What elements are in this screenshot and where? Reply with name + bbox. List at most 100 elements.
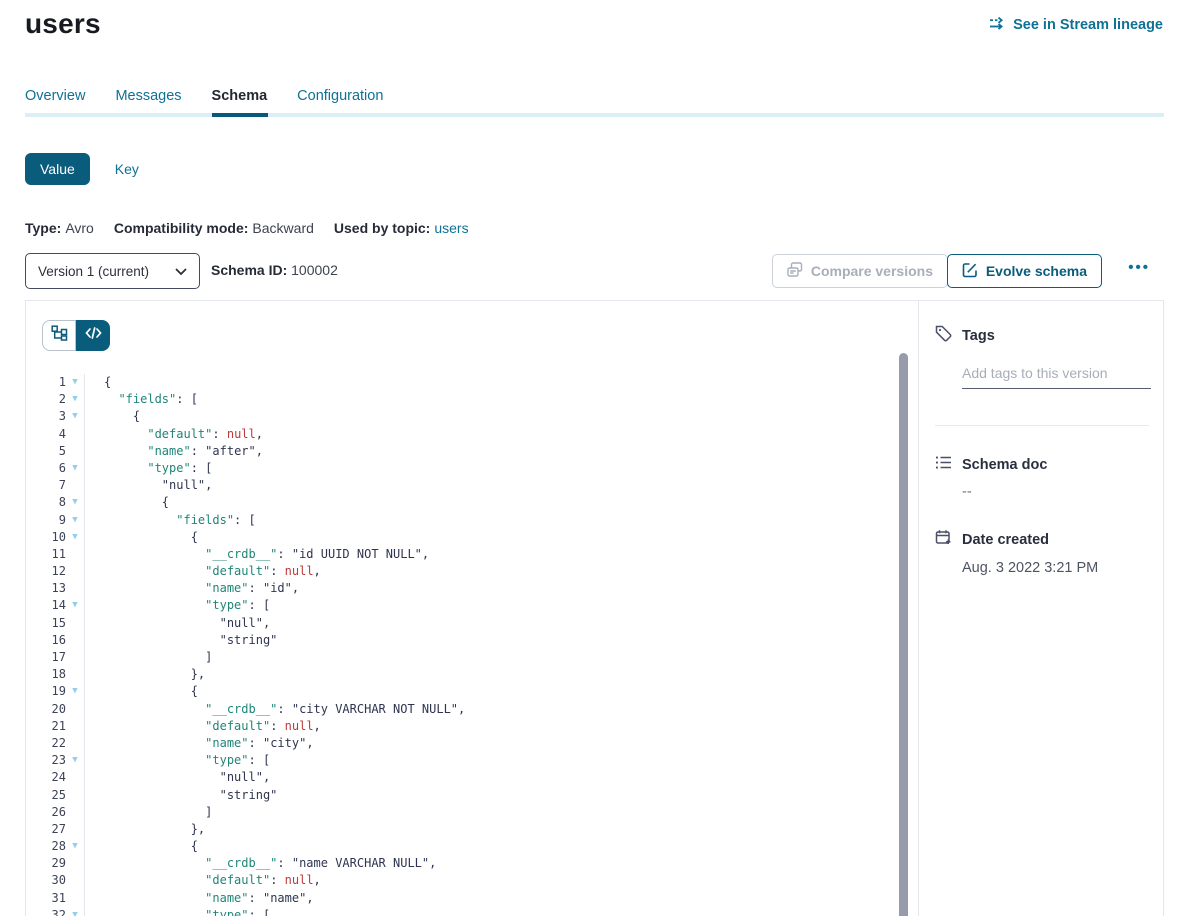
evolve-schema-button[interactable]: Evolve schema	[947, 254, 1102, 288]
fold-arrow-icon[interactable]: ▼	[66, 838, 85, 855]
meta-label: Type:	[25, 220, 61, 236]
line-number: 25	[26, 787, 66, 804]
line-number: 3	[26, 408, 66, 425]
line-number: 9	[26, 512, 66, 529]
line-number: 24	[26, 769, 66, 786]
line-number: 10	[26, 529, 66, 546]
code-view-button[interactable]	[76, 320, 110, 351]
fold-arrow-icon[interactable]: ▼	[66, 907, 85, 916]
fold-arrow-icon[interactable]: ▼	[66, 391, 85, 408]
code-line: 20 "__crdb__": "city VARCHAR NOT NULL",	[26, 701, 904, 718]
tree-view-icon	[51, 325, 68, 346]
fold-arrow-icon[interactable]: ▼	[66, 374, 85, 391]
fold-arrow-icon[interactable]: ▼	[66, 752, 85, 769]
editor-view-toggle	[42, 320, 110, 351]
fold-gutter	[66, 804, 85, 821]
editor-scrollbar[interactable]	[899, 353, 908, 916]
more-actions-button[interactable]: •••	[1128, 259, 1150, 276]
schema-doc-header: Schema doc	[935, 455, 1149, 474]
meta-item: Used by topic:users	[334, 220, 469, 236]
fold-arrow-icon[interactable]: ▼	[66, 460, 85, 477]
code-line: 1▼{	[26, 374, 904, 391]
code-text: {	[85, 494, 169, 511]
code-text: "default": null,	[85, 563, 321, 580]
fold-gutter	[66, 563, 85, 580]
stream-lineage-link[interactable]: See in Stream lineage	[989, 16, 1163, 34]
fold-arrow-icon[interactable]: ▼	[66, 408, 85, 425]
tree-view-button[interactable]	[42, 320, 76, 351]
compare-versions-label: Compare versions	[811, 263, 933, 279]
value-tab-button[interactable]: Value	[25, 153, 90, 185]
version-bar: Version 1 (current) Schema ID: 100002 Co…	[25, 253, 1164, 289]
fold-arrow-icon[interactable]: ▼	[66, 512, 85, 529]
fold-gutter	[66, 890, 85, 907]
code-line: 3▼ {	[26, 408, 904, 425]
code-text: "type": [	[85, 907, 270, 916]
code-text: },	[85, 821, 205, 838]
schema-editor-panel: 1▼{2▼ "fields": [3▼ {4 "default": null,5…	[26, 301, 919, 916]
version-select-value: Version 1 (current)	[38, 264, 149, 279]
code-line: 28▼ {	[26, 838, 904, 855]
line-number: 1	[26, 374, 66, 391]
code-text: "string"	[85, 632, 277, 649]
fold-gutter	[66, 426, 85, 443]
fold-gutter	[66, 632, 85, 649]
date-created-header: Date created	[935, 529, 1149, 550]
code-line: 22 "name": "city",	[26, 735, 904, 752]
code-text: "type": [	[85, 597, 270, 614]
fold-arrow-icon[interactable]: ▼	[66, 597, 85, 614]
tab-active-indicator	[212, 113, 268, 117]
line-number: 23	[26, 752, 66, 769]
code-text: "null",	[85, 769, 270, 786]
fold-gutter	[66, 821, 85, 838]
schema-code[interactable]: 1▼{2▼ "fields": [3▼ {4 "default": null,5…	[26, 374, 904, 916]
schema-doc-title: Schema doc	[962, 457, 1047, 473]
meta-label: Compatibility mode:	[114, 220, 249, 236]
meta-item: Type:Avro	[25, 220, 94, 236]
compare-versions-button[interactable]: Compare versions	[772, 254, 948, 288]
fold-gutter	[66, 855, 85, 872]
code-line: 2▼ "fields": [	[26, 391, 904, 408]
code-line: 11 "__crdb__": "id UUID NOT NULL",	[26, 546, 904, 563]
line-number: 32	[26, 907, 66, 916]
fold-arrow-icon[interactable]: ▼	[66, 683, 85, 700]
tags-section-header: Tags	[935, 325, 1149, 346]
line-number: 22	[26, 735, 66, 752]
fold-arrow-icon[interactable]: ▼	[66, 529, 85, 546]
code-line: 17 ]	[26, 649, 904, 666]
code-text: {	[85, 683, 198, 700]
schema-meta-row: Type:AvroCompatibility mode:BackwardUsed…	[25, 220, 469, 236]
line-number: 28	[26, 838, 66, 855]
fold-arrow-icon[interactable]: ▼	[66, 494, 85, 511]
code-line: 27 },	[26, 821, 904, 838]
evolve-schema-label: Evolve schema	[986, 263, 1087, 279]
doc-list-icon	[935, 455, 952, 474]
code-line: 9▼ "fields": [	[26, 512, 904, 529]
code-view-icon	[85, 326, 102, 345]
version-select[interactable]: Version 1 (current)	[25, 253, 200, 289]
fold-gutter	[66, 615, 85, 632]
key-tab-button[interactable]: Key	[115, 161, 139, 177]
add-tags-input[interactable]	[962, 365, 1151, 389]
code-text: "type": [	[85, 752, 270, 769]
meta-value: Avro	[65, 220, 94, 236]
fold-gutter	[66, 701, 85, 718]
meta-value-link[interactable]: users	[434, 220, 468, 236]
code-text: "fields": [	[85, 512, 256, 529]
tab-bar: OverviewMessagesSchemaConfiguration	[25, 88, 1164, 118]
code-text: {	[85, 529, 198, 546]
code-line: 25 "string"	[26, 787, 904, 804]
line-number: 30	[26, 872, 66, 889]
code-text: "null",	[85, 615, 270, 632]
code-line: 8▼ {	[26, 494, 904, 511]
code-text: {	[85, 374, 111, 391]
code-line: 26 ]	[26, 804, 904, 821]
fold-gutter	[66, 649, 85, 666]
code-text: "default": null,	[85, 872, 321, 889]
code-line: 14▼ "type": [	[26, 597, 904, 614]
line-number: 19	[26, 683, 66, 700]
schema-id-value: 100002	[291, 262, 338, 278]
fold-gutter	[66, 872, 85, 889]
line-number: 13	[26, 580, 66, 597]
code-line: 16 "string"	[26, 632, 904, 649]
